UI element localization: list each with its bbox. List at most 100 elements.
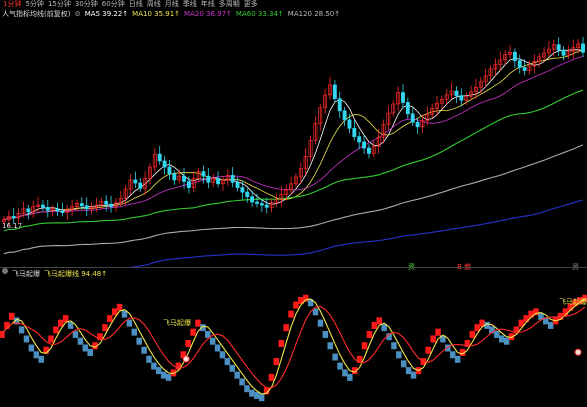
osc-bar xyxy=(469,330,476,338)
candle-body xyxy=(362,141,367,149)
tab-3[interactable]: 30分钟 xyxy=(74,0,99,9)
tab-1[interactable]: 5分钟 xyxy=(24,0,44,9)
tab-6[interactable]: 周线 xyxy=(146,0,162,9)
candle-body xyxy=(561,49,566,56)
osc-bar xyxy=(244,385,250,393)
candle-body xyxy=(517,60,522,68)
candle-body xyxy=(250,196,255,203)
tab-10[interactable]: 多周期 xyxy=(218,0,241,9)
candle-body xyxy=(366,147,371,154)
osc-bar xyxy=(185,339,191,347)
slow-line xyxy=(1,305,586,389)
osc-bar xyxy=(82,344,89,352)
candle-body xyxy=(522,67,527,71)
osc-bar xyxy=(366,330,373,338)
osc-bar xyxy=(327,342,333,350)
tab-5[interactable]: 日线 xyxy=(128,0,144,9)
osc-bar xyxy=(278,339,285,347)
ma-legend-bar: 人气指标均线(前复权) ⚙ MA5 39.22↑ MA10 35.91↑ MA2… xyxy=(0,9,340,19)
tab-8[interactable]: 季线 xyxy=(182,0,198,9)
osc-bar xyxy=(131,328,138,336)
candle-body xyxy=(206,175,211,183)
osc-bar xyxy=(430,335,436,343)
indicator-name[interactable]: 飞马起爆 xyxy=(12,268,40,280)
tab-9[interactable]: 年线 xyxy=(200,0,216,9)
candle-body xyxy=(162,160,167,168)
osc-bar xyxy=(400,360,407,368)
osc-bar xyxy=(28,344,35,352)
osc-bar xyxy=(405,367,412,375)
candle-body xyxy=(337,98,342,112)
signal-dot-1 xyxy=(574,348,582,356)
tab-7[interactable]: 月线 xyxy=(164,0,180,9)
osc-bar xyxy=(107,315,113,323)
candle-body xyxy=(556,44,561,51)
tab-0[interactable]: 1分钟 xyxy=(2,0,22,9)
osc-bar xyxy=(503,337,510,345)
candle-body xyxy=(230,175,235,183)
osc-bar xyxy=(77,337,84,345)
indicator-value: 飞马起爆线 94.48↑ xyxy=(44,270,108,278)
osc-bar xyxy=(254,391,260,399)
tab-2[interactable]: 15分钟 xyxy=(47,0,72,9)
ma60-label: MA60 33.34↑ xyxy=(235,10,284,18)
candle-body xyxy=(157,153,162,162)
candle-body xyxy=(133,179,138,184)
candle-body xyxy=(581,43,585,53)
osc-bar xyxy=(435,328,441,336)
osc-bar xyxy=(283,324,289,332)
tab-11[interactable]: 更多 xyxy=(243,0,259,9)
candle-body xyxy=(79,203,84,207)
osc-bar xyxy=(229,364,236,372)
osc-bar xyxy=(219,351,226,359)
candle-body xyxy=(201,171,206,177)
osc-bar xyxy=(268,373,275,381)
osc-bar xyxy=(48,335,54,343)
osc-bar xyxy=(195,319,201,327)
candle-body xyxy=(11,216,16,219)
candle-body xyxy=(26,208,31,213)
candle-body xyxy=(216,178,221,185)
osc-bar xyxy=(288,310,294,318)
candle-body xyxy=(405,102,410,115)
candle-body xyxy=(182,175,186,182)
osc-bar xyxy=(126,319,133,327)
osc-bar xyxy=(425,346,431,354)
ma-line-MA120 xyxy=(3,144,584,255)
osc-bar xyxy=(58,319,64,327)
candle-body xyxy=(45,206,50,211)
candle-body xyxy=(512,51,517,61)
candle-body xyxy=(55,208,60,212)
osc-bar xyxy=(62,315,69,323)
candle-body xyxy=(347,119,352,129)
osc-bar xyxy=(53,326,59,334)
candle-body xyxy=(342,110,347,121)
candle-body xyxy=(104,200,109,205)
settings-icon[interactable]: ⚙ xyxy=(74,9,80,19)
candle-body xyxy=(401,92,405,103)
candle-body xyxy=(60,210,65,213)
osc-bar xyxy=(160,371,167,379)
osc-bar xyxy=(410,371,417,379)
osc-bar xyxy=(146,355,152,363)
candle-body xyxy=(332,84,337,99)
osc-bar xyxy=(342,369,348,377)
osc-bar xyxy=(38,355,44,363)
osc-bar xyxy=(498,335,505,343)
signal-label-1: 飞马起爆 xyxy=(163,319,191,327)
osc-bar xyxy=(317,319,324,327)
tab-4[interactable]: 60分钟 xyxy=(101,0,126,9)
candle-body xyxy=(40,204,45,208)
osc-bar xyxy=(141,346,147,354)
osc-bar xyxy=(273,358,280,366)
indicator-dot-icon[interactable] xyxy=(2,268,8,274)
candle-body xyxy=(415,121,420,128)
osc-bar xyxy=(209,337,216,345)
oscillator-chart[interactable] xyxy=(0,280,587,407)
candlestick-chart[interactable] xyxy=(0,19,587,267)
osc-bar xyxy=(371,321,378,329)
osc-bar xyxy=(151,362,157,370)
candle-body xyxy=(259,203,264,206)
osc-bar xyxy=(165,373,172,381)
osc-bar xyxy=(337,362,343,370)
